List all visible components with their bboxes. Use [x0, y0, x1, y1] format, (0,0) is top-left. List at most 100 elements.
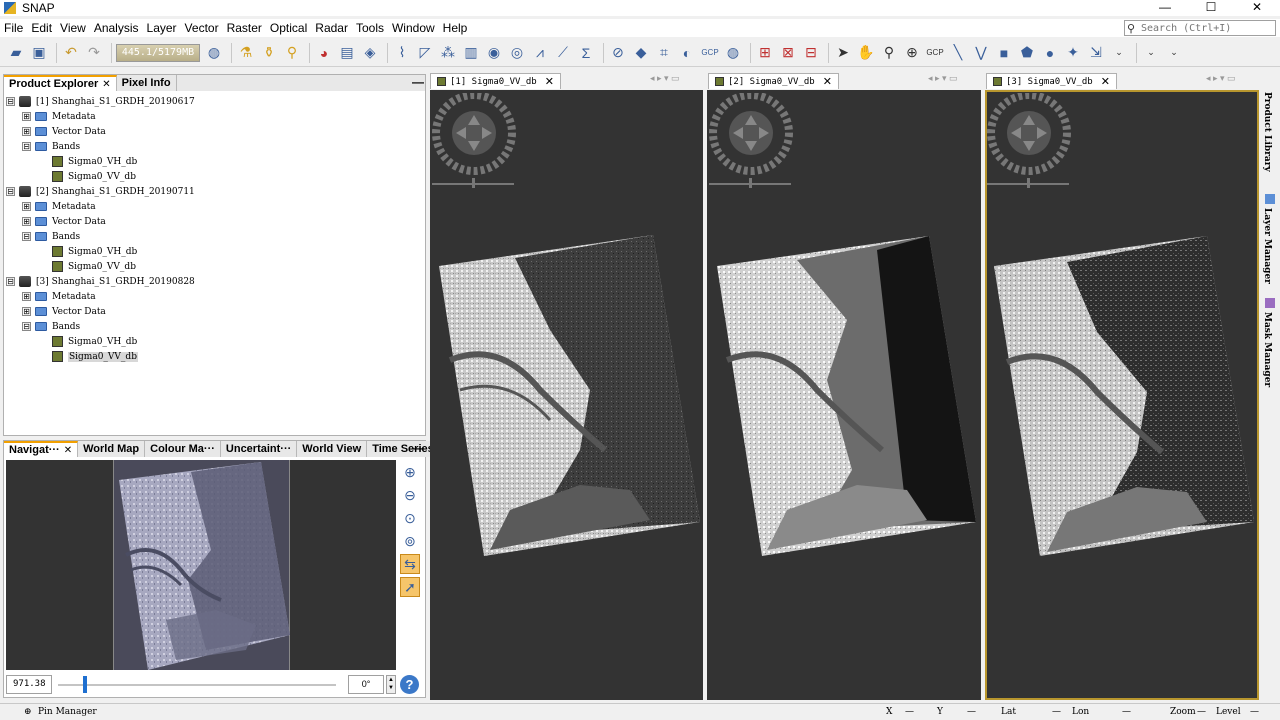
zoom-tool-icon[interactable]: ⚲: [879, 43, 899, 63]
navigation-compass-icon[interactable]: [432, 93, 522, 193]
expander-icon[interactable]: ⊞: [22, 292, 31, 301]
expander-icon[interactable]: ⊟: [6, 187, 15, 196]
menu-vector[interactable]: Vector: [181, 21, 223, 35]
garbage-collect-icon[interactable]: ◍: [204, 43, 224, 63]
polyline-drawing-tool-icon[interactable]: ⋁: [971, 43, 991, 63]
spectrum-icon[interactable]: ⌇: [392, 43, 412, 63]
tree-node-bands[interactable]: ⊟ Bands: [22, 139, 80, 154]
tab-mask-manager[interactable]: Mask Manager: [1262, 312, 1272, 387]
line-chart-icon[interactable]: ⩘: [530, 43, 550, 63]
line-drawing-tool-icon[interactable]: ╲: [948, 43, 968, 63]
tab-product-explorer[interactable]: Product Explorer ✕: [4, 75, 117, 91]
tree-node-bands[interactable]: ⊟ Bands: [22, 229, 80, 244]
profile-plot-icon[interactable]: ◸: [415, 43, 435, 63]
pan-tool-icon[interactable]: ✋: [856, 43, 876, 63]
menu-window[interactable]: Window: [388, 21, 439, 35]
ellipse-drawing-tool-icon[interactable]: ●: [1040, 43, 1060, 63]
overlay-graticule-icon[interactable]: ⊘: [608, 43, 628, 63]
image-view-tab-2[interactable]: [2] Sigma0_VV_db ✕: [708, 73, 839, 89]
pin-manager-label[interactable]: Pin Manager: [38, 707, 97, 717]
close-icon[interactable]: ✕: [545, 75, 554, 88]
geocoding-icon[interactable]: ◎: [507, 43, 527, 63]
tree-band-item[interactable]: Sigma0_VH_db: [52, 334, 137, 349]
close-icon[interactable]: ✕: [1101, 75, 1110, 88]
tree-product-2[interactable]: ⊟ [2] Shanghai_S1_GRDH_20190711: [6, 184, 195, 199]
expander-icon[interactable]: ⊞: [22, 202, 31, 211]
expander-icon[interactable]: ⊞: [22, 217, 31, 226]
image-view-3[interactable]: [985, 90, 1259, 700]
open-product-icon[interactable]: ▰: [6, 43, 26, 63]
close-icon[interactable]: ✕: [102, 77, 110, 92]
scatter-plot-icon[interactable]: ⁂: [438, 43, 458, 63]
overlay-pin-icon[interactable]: ◐: [677, 43, 697, 63]
tab-uncertainty[interactable]: Uncertaint···: [220, 441, 298, 457]
statistics-icon[interactable]: Σ: [576, 43, 596, 63]
sync-views-icon[interactable]: ⊞: [755, 43, 775, 63]
close-button[interactable]: ✕: [1234, 0, 1280, 16]
magic-wand-tool-icon[interactable]: ✦: [1063, 43, 1083, 63]
expander-icon[interactable]: ⊟: [22, 232, 31, 241]
zoom-actual-icon[interactable]: ⊙: [400, 508, 420, 528]
navigation-overview[interactable]: [6, 460, 396, 670]
image-view-tab-1[interactable]: [1] Sigma0_VV_db ✕: [430, 73, 561, 89]
zoom-all-icon[interactable]: ⊚: [400, 531, 420, 551]
tree-node-vector-data[interactable]: ⊞ Vector Data: [22, 124, 106, 139]
save-product-icon[interactable]: ▣: [29, 43, 49, 63]
tree-band-item[interactable]: Sigma0_VV_db: [52, 169, 136, 184]
gcp-placing-tool-icon[interactable]: GCP: [925, 43, 945, 63]
menu-optical[interactable]: Optical: [266, 21, 311, 35]
undo-icon[interactable]: ↶: [61, 43, 81, 63]
menu-radar[interactable]: Radar: [311, 21, 352, 35]
tile-windows-icon[interactable]: ⊟: [801, 43, 821, 63]
band-maths-icon[interactable]: ⚗: [236, 43, 256, 63]
sync-views-icon[interactable]: ⇆: [400, 554, 420, 574]
menu-file[interactable]: File: [0, 21, 27, 35]
tree-node-bands[interactable]: ⊟ Bands: [22, 319, 80, 334]
menu-raster[interactable]: Raster: [223, 21, 266, 35]
tree-band-item[interactable]: Sigma0_VH_db: [52, 154, 137, 169]
close-icon[interactable]: ✕: [823, 75, 832, 88]
navigation-compass-icon[interactable]: [987, 93, 1077, 193]
range-finder-tool-icon[interactable]: ⇲: [1086, 43, 1106, 63]
expander-icon[interactable]: ⊟: [6, 97, 15, 106]
zoom-in-icon[interactable]: ⊕: [400, 462, 420, 482]
tree-node-vector-data[interactable]: ⊞ Vector Data: [22, 304, 106, 319]
expander-icon[interactable]: ⊞: [22, 112, 31, 121]
rectangle-drawing-tool-icon[interactable]: ■: [994, 43, 1014, 63]
tree-band-item[interactable]: Sigma0_VV_db: [52, 259, 136, 274]
histogram-icon[interactable]: ▥: [461, 43, 481, 63]
band-subset-icon[interactable]: ⚱: [259, 43, 279, 63]
tree-product-3[interactable]: ⊟ [3] Shanghai_S1_GRDH_20190828: [6, 274, 195, 289]
tree-band-item-selected[interactable]: Sigma0_VV_db: [52, 349, 138, 364]
image-view-icon[interactable]: ▤: [337, 43, 357, 63]
band-merge-icon[interactable]: ⚲: [282, 43, 302, 63]
overlay-mask-icon[interactable]: ◍: [723, 43, 743, 63]
tree-node-metadata[interactable]: ⊞ Metadata: [22, 289, 96, 304]
minimize-panel-icon[interactable]: —: [412, 75, 424, 89]
navigation-compass-icon[interactable]: [709, 93, 799, 193]
sync-cursor-icon[interactable]: ⊠: [778, 43, 798, 63]
world-view-icon[interactable]: ◈: [360, 43, 380, 63]
menu-analysis[interactable]: Analysis: [90, 21, 143, 35]
more-tools-chevron-icon[interactable]: ⌄: [1141, 43, 1161, 63]
minimize-button[interactable]: —: [1142, 0, 1188, 16]
tab-navigation-controls[interactable]: ◂ ▸ ▾ ▭: [928, 73, 958, 84]
image-view-2[interactable]: [707, 90, 981, 700]
redo-icon[interactable]: ↷: [84, 43, 104, 63]
tree-node-metadata[interactable]: ⊞ Metadata: [22, 109, 96, 124]
tree-node-metadata[interactable]: ⊞ Metadata: [22, 199, 96, 214]
tab-colour-manipulation[interactable]: Colour Ma···: [145, 441, 221, 457]
expander-icon[interactable]: ⊞: [22, 127, 31, 136]
tab-navigation[interactable]: Navigat··· ✕: [4, 441, 79, 457]
menu-help[interactable]: Help: [439, 21, 472, 35]
correlation-icon[interactable]: ⟋: [553, 43, 573, 63]
expander-icon[interactable]: ⊟: [22, 142, 31, 151]
expander-icon[interactable]: ⊟: [6, 277, 15, 286]
menu-edit[interactable]: Edit: [27, 21, 56, 35]
maximize-button[interactable]: ☐: [1188, 0, 1234, 16]
select-tool-icon[interactable]: ➤: [833, 43, 853, 63]
tree-node-vector-data[interactable]: ⊞ Vector Data: [22, 214, 106, 229]
tab-world-view[interactable]: World View: [297, 441, 368, 457]
tab-world-map[interactable]: World Map: [78, 441, 146, 457]
tab-navigation-controls[interactable]: ◂ ▸ ▾ ▭: [1206, 73, 1236, 84]
